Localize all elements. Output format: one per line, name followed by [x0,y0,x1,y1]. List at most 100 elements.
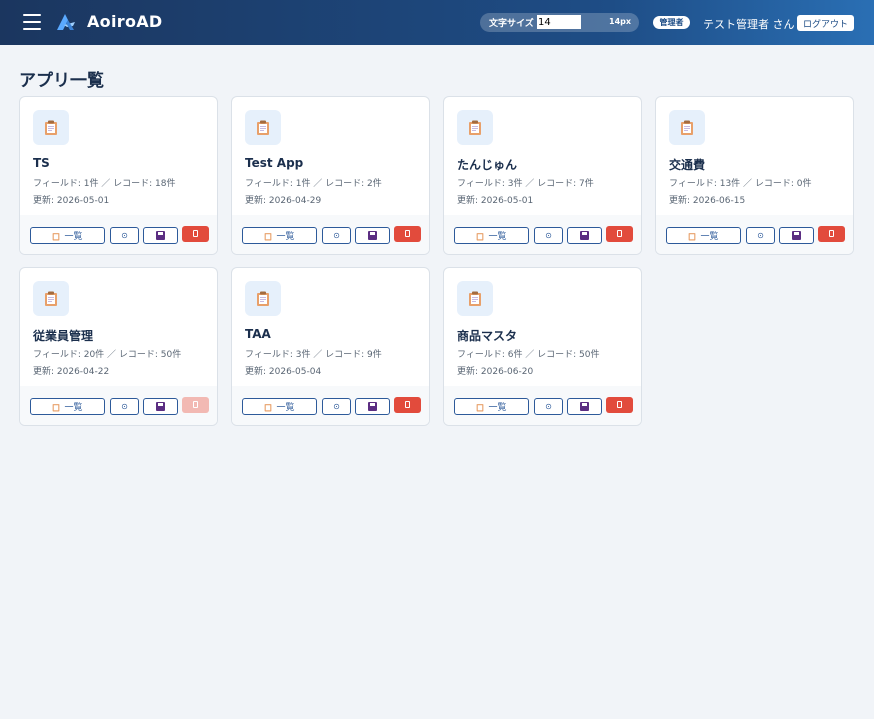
list-button-label: 一覧 [276,403,295,413]
logout-button[interactable]: ログアウト [797,15,854,31]
gear-icon: ⊙ [333,231,340,240]
trash-icon [829,230,834,237]
gear-icon: ⊙ [333,402,340,411]
clipboard-icon [477,233,484,241]
trash-icon [617,230,622,237]
settings-button[interactable]: ⊙ [110,227,139,244]
app-card: 商品マスタ フィールド: 6件 ／ レコード: 50件 更新: 2026-06-… [443,267,642,426]
floppy-disk-icon [156,230,165,240]
gear-icon: ⊙ [121,231,128,240]
list-button[interactable]: 一覧 [30,227,105,244]
app-meta: フィールド: 6件 ／ レコード: 50件 [457,350,600,360]
card-actions: 一覧 ⊙ [444,386,641,425]
app-meta: フィールド: 1件 ／ レコード: 18件 [33,179,176,189]
card-actions: 一覧 ⊙ [232,386,429,425]
list-button[interactable]: 一覧 [242,398,317,415]
delete-button[interactable] [394,226,421,242]
app-card: TAA フィールド: 3件 ／ レコード: 9件 更新: 2026-05-04 … [231,267,430,426]
settings-button[interactable]: ⊙ [110,398,139,415]
save-button[interactable] [355,227,390,244]
delete-button[interactable] [818,226,845,242]
trash-icon [617,401,622,408]
list-button[interactable]: 一覧 [30,398,105,415]
card-actions: 一覧 ⊙ [656,215,853,254]
list-button[interactable]: 一覧 [242,227,317,244]
app-card: 交通費 フィールド: 13件 ／ レコード: 0件 更新: 2026-06-15… [655,96,854,255]
clipboard-icon [33,110,69,145]
save-button[interactable] [355,398,390,415]
aoiro-logo-icon [57,14,75,30]
app-updated: 更新: 2026-04-22 [33,367,110,377]
app-updated: 更新: 2026-05-04 [245,367,322,377]
settings-button[interactable]: ⊙ [534,398,563,415]
list-button-label: 一覧 [276,232,295,242]
floppy-disk-icon [368,230,377,240]
app-name[interactable]: たんじゅん [457,156,517,173]
app-name[interactable]: Test App [245,156,303,170]
clipboard-icon [245,110,281,145]
card-actions: 一覧 ⊙ [232,215,429,254]
save-button[interactable] [779,227,814,244]
app-name[interactable]: 交通費 [669,156,705,173]
app-meta: フィールド: 1件 ／ レコード: 2件 [245,179,382,189]
app-name[interactable]: 従業員管理 [33,327,93,344]
clipboard-icon [689,233,696,241]
card-actions: 一覧 ⊙ [20,386,217,425]
app-meta: フィールド: 3件 ／ レコード: 7件 [457,179,594,189]
hamburger-menu-icon[interactable] [23,14,41,30]
trash-icon [405,401,410,408]
trash-icon [405,230,410,237]
delete-button[interactable] [606,397,633,413]
clipboard-icon [477,404,484,412]
clipboard-icon [53,404,60,412]
list-button[interactable]: 一覧 [454,398,529,415]
app-meta: フィールド: 3件 ／ レコード: 9件 [245,350,382,360]
delete-button[interactable] [394,397,421,413]
font-size-value: 14px [609,17,632,26]
save-button[interactable] [567,227,602,244]
app-updated: 更新: 2026-05-01 [33,196,110,206]
card-actions: 一覧 ⊙ [444,215,641,254]
clipboard-icon [457,281,493,316]
delete-button[interactable] [606,226,633,242]
delete-button[interactable] [182,226,209,242]
app-meta: フィールド: 13件 ／ レコード: 0件 [669,179,812,189]
list-button-label: 一覧 [64,403,83,413]
app-name[interactable]: TS [33,156,50,170]
settings-button[interactable]: ⊙ [534,227,563,244]
brand-name: AoiroAD [87,12,163,31]
app-updated: 更新: 2026-06-15 [669,196,746,206]
list-button-label: 一覧 [488,232,507,242]
role-badge: 管理者 [653,16,690,29]
list-button[interactable]: 一覧 [666,227,741,244]
trash-icon [193,401,198,408]
app-card: Test App フィールド: 1件 ／ レコード: 2件 更新: 2026-0… [231,96,430,255]
floppy-disk-icon [580,401,589,411]
settings-button[interactable]: ⊙ [746,227,775,244]
list-button-label: 一覧 [488,403,507,413]
clipboard-icon [265,233,272,241]
app-header: AoiroAD 文字サイズ 14px 管理者 テスト管理者 さん ログアウト [0,0,874,45]
settings-button[interactable]: ⊙ [322,398,351,415]
app-name[interactable]: TAA [245,327,271,341]
app-updated: 更新: 2026-06-20 [457,367,534,377]
gear-icon: ⊙ [545,402,552,411]
font-size-input[interactable] [537,15,581,29]
card-actions: 一覧 ⊙ [20,215,217,254]
gear-icon: ⊙ [121,402,128,411]
save-button[interactable] [143,398,178,415]
delete-button [182,397,209,413]
list-button[interactable]: 一覧 [454,227,529,244]
settings-button[interactable]: ⊙ [322,227,351,244]
page-title: アプリ一覧 [19,71,104,91]
font-size-control: 文字サイズ 14px [480,13,639,32]
app-card: たんじゅん フィールド: 3件 ／ レコード: 7件 更新: 2026-05-0… [443,96,642,255]
font-size-label: 文字サイズ [489,19,534,29]
clipboard-icon [53,233,60,241]
user-name: テスト管理者 さん [703,18,795,31]
save-button[interactable] [143,227,178,244]
save-button[interactable] [567,398,602,415]
floppy-disk-icon [792,230,801,240]
app-name[interactable]: 商品マスタ [457,327,517,344]
clipboard-icon [33,281,69,316]
